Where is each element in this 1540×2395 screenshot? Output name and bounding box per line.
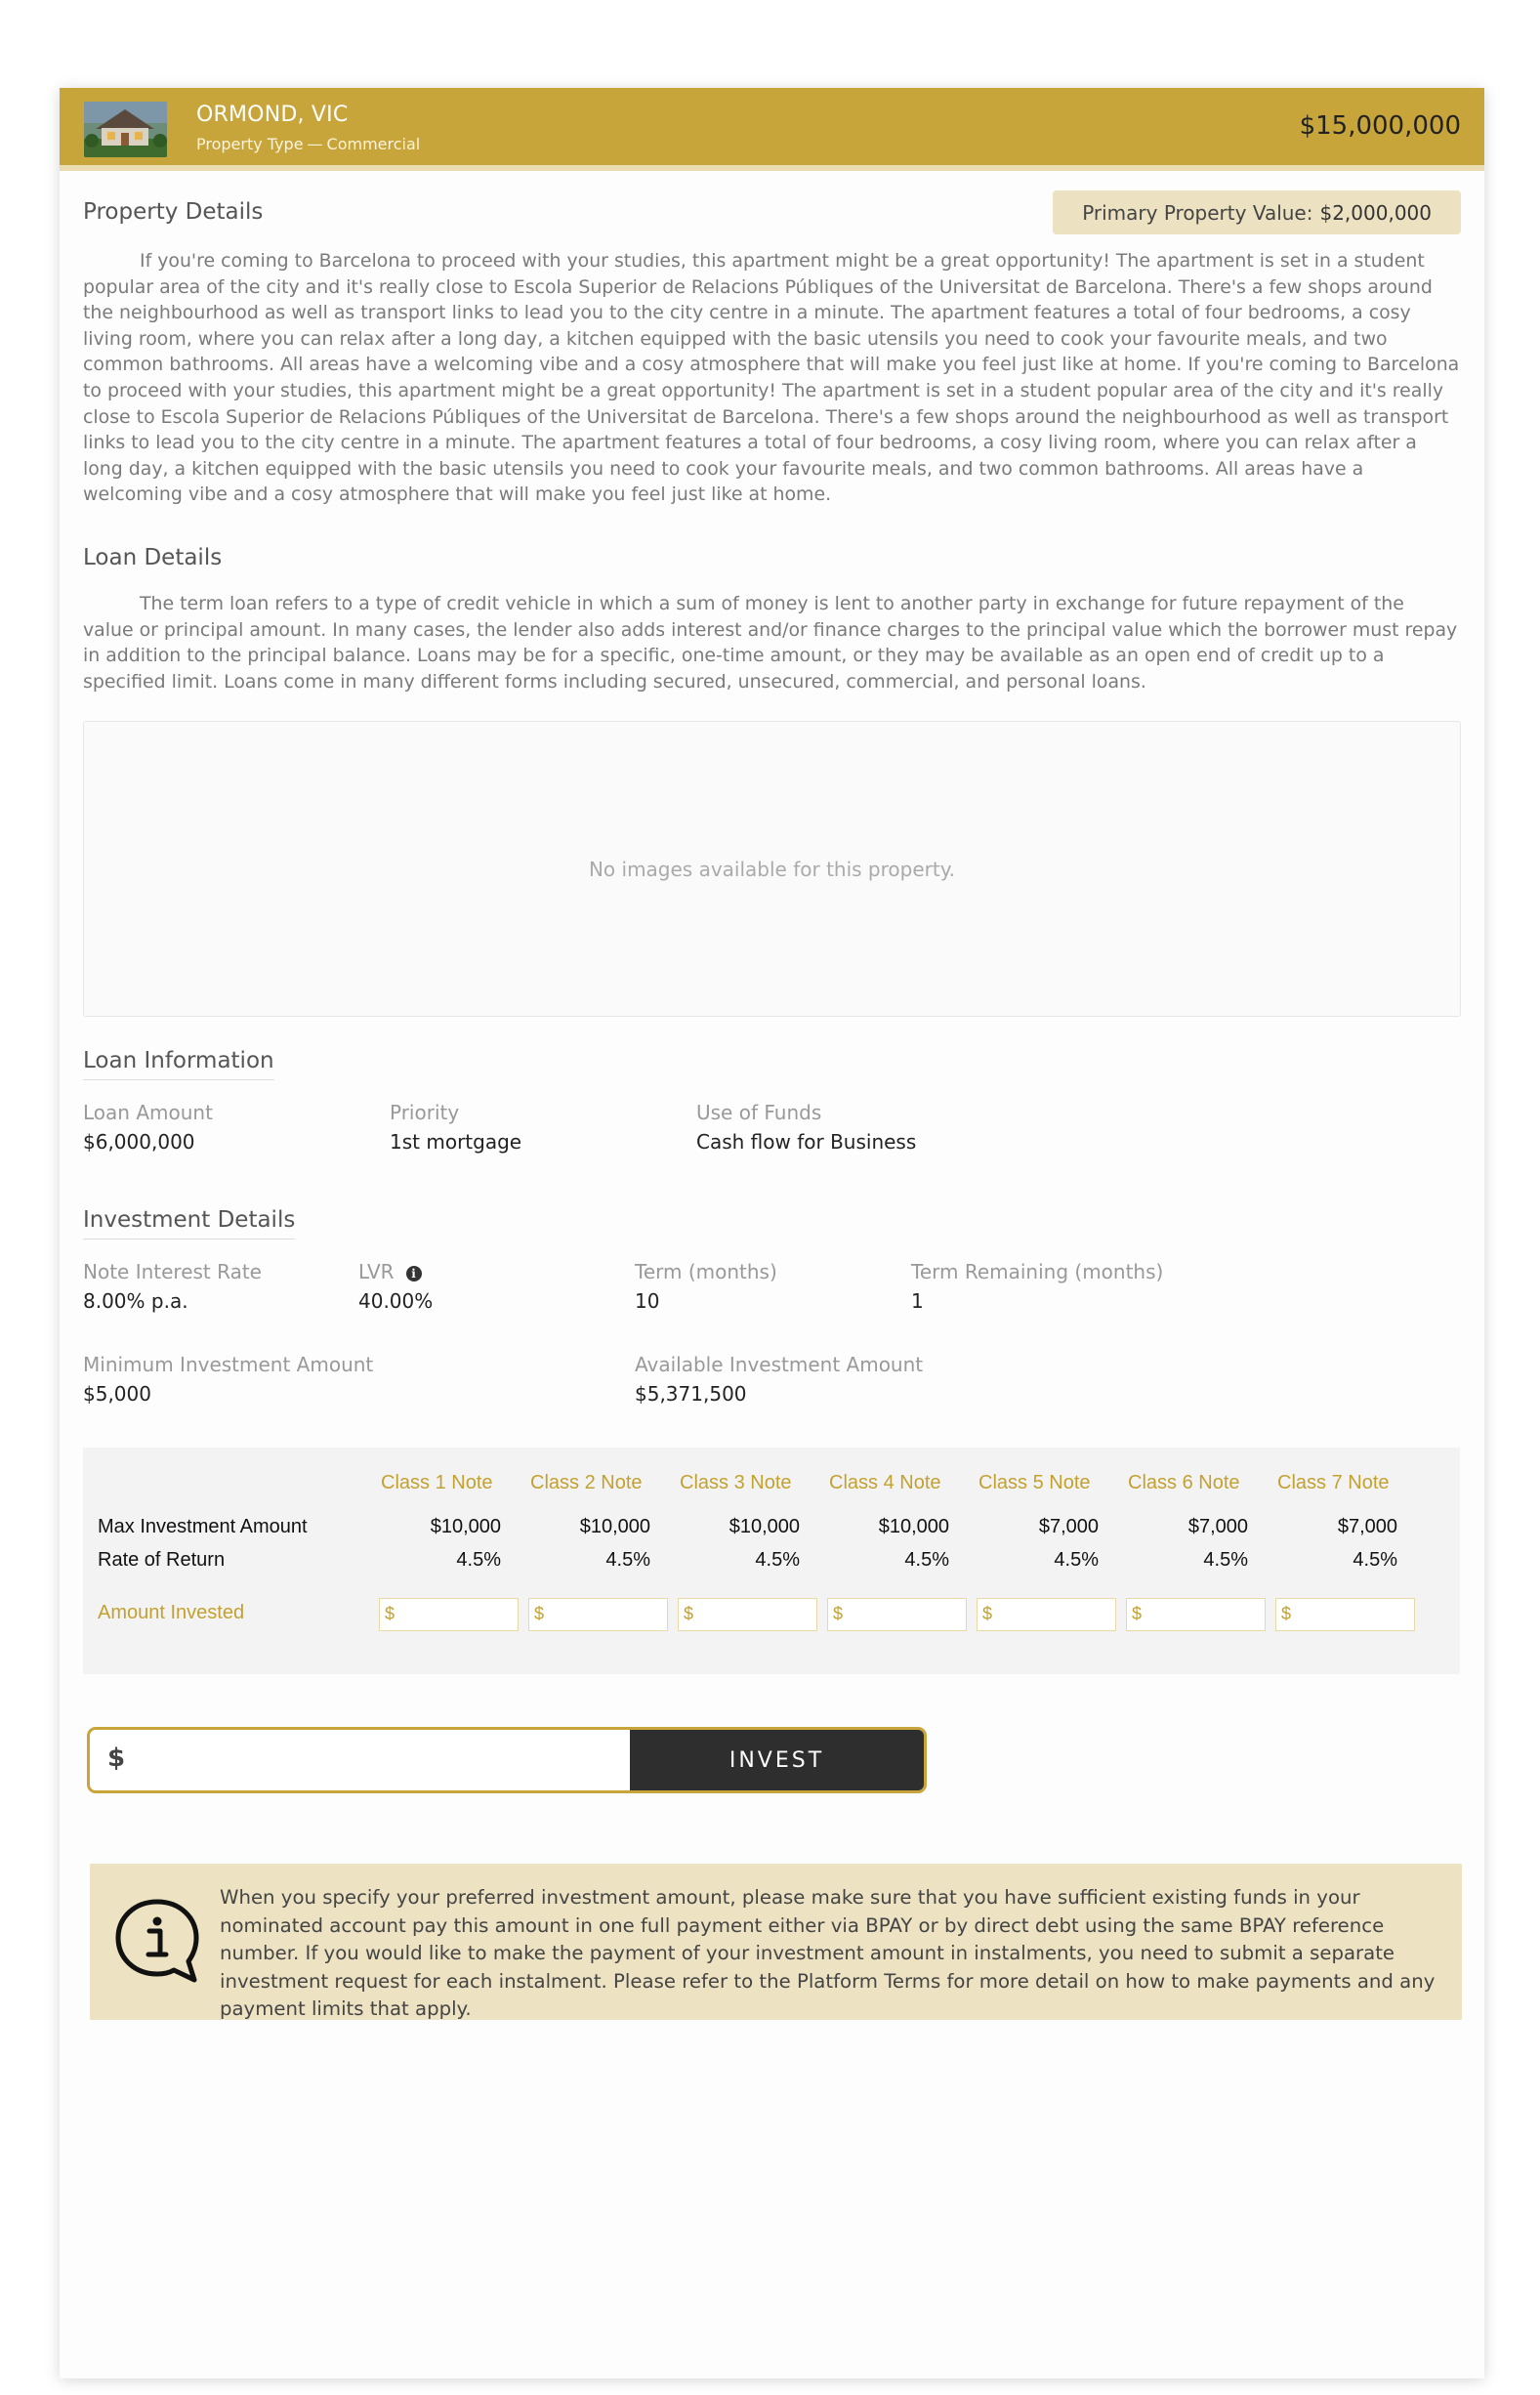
priority-field: Priority 1st mortgage xyxy=(390,1101,521,1154)
loan-description: The term loan refers to a type of credit… xyxy=(83,593,1458,693)
note-class-header: Class 2 Note xyxy=(530,1472,643,1493)
max-investment-cell: $7,000 xyxy=(1187,1516,1248,1537)
available-investment-label: Available Investment Amount xyxy=(635,1353,924,1376)
note-class-header: Class 3 Note xyxy=(680,1472,792,1493)
invest-button[interactable]: INVEST xyxy=(630,1730,924,1790)
primary-value-label: Primary Property Value: xyxy=(1082,200,1313,225)
loan-information-title: Loan Information xyxy=(83,1048,274,1080)
amount-invested-input[interactable]: $ xyxy=(977,1598,1116,1631)
lvr-field: LVR i 40.00% xyxy=(358,1260,433,1313)
term-remaining-label: Term Remaining (months) xyxy=(911,1260,1164,1283)
property-card: ORMOND, VIC Property Type — Commercial $15… xyxy=(60,88,1484,2378)
rate-of-return-cell: 4.5% xyxy=(605,1549,650,1571)
loan-details-title: Loan Details xyxy=(83,545,223,570)
rate-of-return-cell: 4.5% xyxy=(755,1549,800,1571)
term-value: 10 xyxy=(635,1289,660,1313)
property-type: Property Type — Commercial xyxy=(196,135,421,153)
note-interest-rate-value: 8.00% p.a. xyxy=(83,1289,188,1313)
property-thumbnail xyxy=(84,102,167,157)
available-investment-value: $5,371,500 xyxy=(635,1382,747,1406)
amount-invested-input[interactable]: $ xyxy=(827,1598,967,1631)
note-class-header: Class 5 Note xyxy=(978,1472,1091,1493)
lvr-label: LVR xyxy=(358,1260,395,1283)
use-of-funds-value: Cash flow for Business xyxy=(696,1130,917,1154)
max-investment-cell: $7,000 xyxy=(1038,1516,1099,1537)
note-class-header: Class 6 Note xyxy=(1128,1472,1240,1493)
max-investment-row-label: Max Investment Amount xyxy=(98,1516,308,1537)
lvr-value: 40.00% xyxy=(358,1289,434,1313)
info-speech-bubble-icon xyxy=(115,1899,199,1983)
max-investment-cell: $10,000 xyxy=(579,1516,650,1537)
property-images-placeholder: No images available for this property. xyxy=(83,721,1461,1017)
note-interest-rate-field: Note Interest Rate 8.00% p.a. xyxy=(83,1260,262,1313)
property-description: If you're coming to Barcelona to proceed… xyxy=(83,250,1460,506)
amount-invested-input[interactable]: $ xyxy=(678,1598,817,1631)
no-images-text: No images available for this property. xyxy=(588,857,956,881)
primary-property-value-badge: Primary Property Value: $2,000,000 xyxy=(1053,190,1461,234)
property-price: $15,000,000 xyxy=(1299,111,1461,141)
property-type-label: Property Type xyxy=(196,135,304,153)
amount-invested-input[interactable]: $ xyxy=(379,1598,519,1631)
payment-notice: When you specify your preferred investme… xyxy=(90,1864,1462,2020)
max-investment-cell: $10,000 xyxy=(430,1516,501,1537)
rate-of-return-cell: 4.5% xyxy=(1054,1549,1099,1571)
rate-of-return-row-label: Rate of Return xyxy=(98,1549,226,1571)
term-remaining-field: Term Remaining (months) 1 xyxy=(911,1260,1163,1313)
minimum-investment-value: $5,000 xyxy=(83,1382,151,1406)
info-icon[interactable]: i xyxy=(405,1266,422,1282)
loan-amount-label: Loan Amount xyxy=(83,1101,213,1124)
max-investment-cell: $10,000 xyxy=(878,1516,949,1537)
note-classes-table: Max Investment Amount Rate of Return Amo… xyxy=(83,1448,1460,1674)
max-investment-cell: $10,000 xyxy=(728,1516,800,1537)
rate-of-return-cell: 4.5% xyxy=(456,1549,501,1571)
term-field: Term (months) 10 xyxy=(635,1260,777,1313)
rate-of-return-cell: 4.5% xyxy=(1203,1549,1248,1571)
max-investment-cell: $7,000 xyxy=(1337,1516,1397,1537)
property-type-value: Commercial xyxy=(326,135,421,153)
term-remaining-value: 1 xyxy=(911,1289,924,1313)
primary-value: $2,000,000 xyxy=(1319,200,1432,225)
rate-of-return-cell: 4.5% xyxy=(1353,1549,1397,1571)
note-class-header: Class 1 Note xyxy=(381,1472,493,1493)
amount-invested-input[interactable]: $ xyxy=(1126,1598,1266,1631)
note-interest-rate-label: Note Interest Rate xyxy=(83,1260,262,1283)
minimum-investment-field: Minimum Investment Amount $5,000 xyxy=(83,1353,373,1406)
use-of-funds-label: Use of Funds xyxy=(696,1101,822,1124)
minimum-investment-label: Minimum Investment Amount xyxy=(83,1353,374,1376)
amount-invested-row-label: Amount Invested xyxy=(98,1602,245,1623)
invest-amount-form: $ INVEST xyxy=(87,1727,927,1793)
available-investment-field: Available Investment Amount $5,371,500 xyxy=(635,1353,923,1406)
term-label: Term (months) xyxy=(635,1260,777,1283)
use-of-funds-field: Use of Funds Cash flow for Business xyxy=(696,1101,916,1154)
loan-amount-value: $6,000,000 xyxy=(83,1130,195,1154)
note-class-header: Class 7 Note xyxy=(1277,1472,1390,1493)
amount-invested-input[interactable]: $ xyxy=(528,1598,668,1631)
priority-value: 1st mortgage xyxy=(390,1130,522,1154)
investment-details-title: Investment Details xyxy=(83,1207,296,1240)
invest-amount-input[interactable]: $ xyxy=(107,1744,125,1773)
loan-amount-field: Loan Amount $6,000,000 xyxy=(83,1101,213,1154)
priority-label: Priority xyxy=(390,1101,460,1124)
note-class-header: Class 4 Note xyxy=(829,1472,941,1493)
notice-text: When you specify your preferred investme… xyxy=(220,1886,1436,2020)
property-header: ORMOND, VIC Property Type — Commercial $15… xyxy=(60,88,1484,171)
property-details-title: Property Details xyxy=(83,199,264,225)
rate-of-return-cell: 4.5% xyxy=(904,1549,949,1571)
property-location: ORMOND, VIC xyxy=(196,103,349,127)
amount-invested-input[interactable]: $ xyxy=(1275,1598,1415,1631)
